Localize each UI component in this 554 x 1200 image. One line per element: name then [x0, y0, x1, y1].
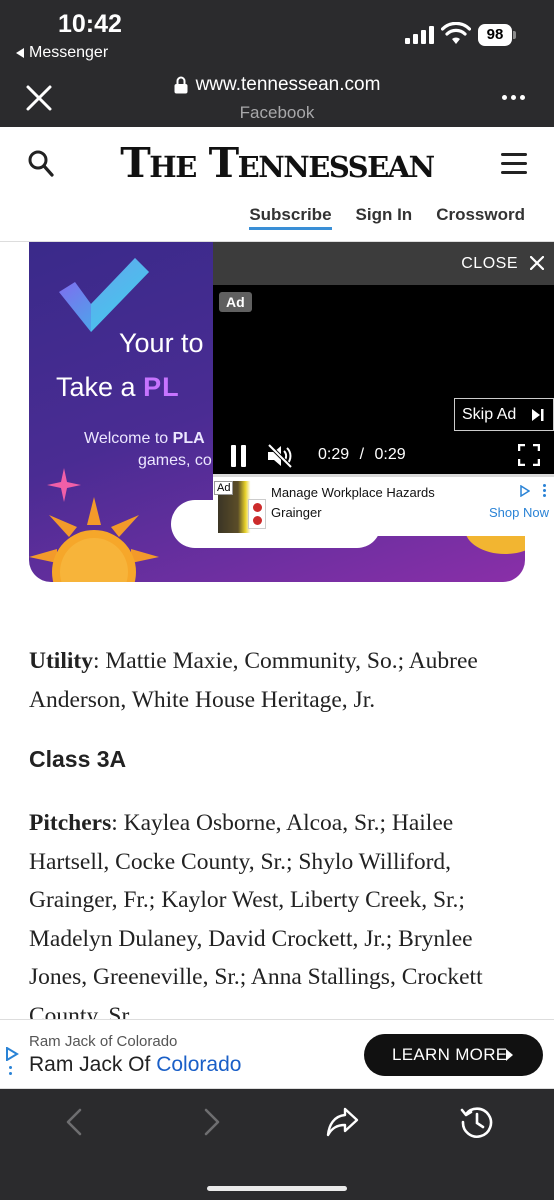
adchoices-icon[interactable]	[5, 1047, 19, 1061]
battery-level: 98	[478, 24, 512, 46]
promo-line-3-prefix: Welcome to	[84, 430, 169, 447]
bottom-ad-advertiser: Ram Jack of Colorado	[29, 1033, 178, 1050]
headline-prefix: Ram Jack Of	[29, 1053, 151, 1076]
shop-now-button[interactable]: Shop Now	[489, 505, 549, 520]
promo-line-2-prefix: Take a	[56, 372, 136, 402]
time-separator: /	[359, 446, 365, 463]
video-timecode: 0:29 / 0:29	[318, 446, 406, 464]
mute-icon[interactable]	[266, 443, 294, 469]
skip-ad-button[interactable]: Skip Ad	[454, 398, 554, 431]
adchoices-icon[interactable]	[520, 485, 530, 497]
learn-more-button[interactable]: LEARN MORE	[364, 1034, 543, 1076]
hamburger-menu-icon[interactable]	[501, 153, 527, 175]
url-text: www.tennessean.com	[195, 74, 381, 95]
sign-in-link[interactable]: Sign In	[356, 205, 413, 230]
ad-thumbnail-card	[248, 499, 266, 529]
skip-ad-label: Skip Ad	[462, 406, 517, 423]
header-nav: Subscribe Sign In Crossword	[249, 205, 525, 230]
wifi-icon	[441, 22, 471, 44]
subscribe-link[interactable]: Subscribe	[249, 205, 332, 230]
lock-icon	[174, 76, 188, 94]
banner-ad-title[interactable]: Manage Workplace Hazards	[271, 485, 435, 500]
paragraph-text: : Kaylea Osborne, Alcoa, Sr.; Hailee Har…	[29, 810, 483, 1020]
browser-top-bar: 10:42 Messenger 98 www.tennessean.com Fa…	[0, 0, 554, 127]
battery-icon: 98	[478, 24, 516, 46]
learn-more-label: LEARN MORE	[392, 1045, 508, 1064]
skip-icon	[532, 409, 544, 421]
video-ad-player[interactable]: CLOSE Ad Skip Ad 0:29 / 0:29 Ad Manage W…	[213, 242, 554, 536]
site-header: The Tennessean Subscribe Sign In Crosswo…	[0, 127, 554, 242]
article-paragraph-pitchers: Pitchers: Kaylea Osborne, Alcoa, Sr.; Ha…	[29, 804, 533, 1020]
history-icon[interactable]	[460, 1105, 494, 1139]
back-to-app-link[interactable]: Messenger	[16, 44, 108, 62]
checkmark-icon	[59, 258, 149, 332]
ad-options-icon[interactable]	[9, 1066, 12, 1078]
sun-icon	[29, 497, 159, 582]
back-app-label: Messenger	[29, 44, 109, 61]
video-ad-close-label[interactable]: CLOSE	[461, 255, 518, 273]
video-close-icon[interactable]	[530, 256, 544, 270]
status-time: 10:42	[58, 10, 122, 38]
promo-line-2: Take a PL	[56, 372, 180, 403]
headline-highlight: Colorado	[156, 1053, 242, 1076]
article-paragraph-utility: Utility: Mattie Maxie, Community, So.; A…	[29, 642, 529, 719]
back-arrow-icon[interactable]	[59, 1105, 93, 1139]
crossword-link[interactable]: Crossword	[436, 205, 525, 230]
promo-line-3: Welcome to PLA	[84, 430, 205, 448]
fullscreen-icon[interactable]	[518, 444, 540, 466]
promo-line-1: Your to	[119, 328, 204, 358]
pause-icon[interactable]	[231, 445, 247, 467]
paragraph-label: Pitchers	[29, 810, 112, 836]
promo-line-3-bold: PLA	[172, 430, 205, 447]
time-total: 0:29	[374, 446, 406, 463]
play-arrow-icon	[506, 1049, 513, 1061]
time-current: 0:29	[318, 446, 350, 463]
banner-ad-advertiser: Grainger	[271, 505, 322, 520]
address-bar[interactable]: www.tennessean.com Facebook	[0, 74, 554, 123]
promo-line-2-highlight: PL	[143, 372, 180, 402]
video-ad-header: CLOSE	[213, 242, 554, 285]
banner-ad-tag: Ad	[214, 481, 234, 495]
forward-arrow-icon[interactable]	[193, 1105, 227, 1139]
paragraph-text: : Mattie Maxie, Community, So.; Aubree A…	[29, 648, 478, 713]
cell-signal-icon	[405, 26, 434, 44]
more-icon[interactable]	[502, 95, 525, 100]
promo-line-4: games, co	[138, 452, 212, 469]
bottom-ad-headline[interactable]: Ram Jack Of Colorado	[29, 1053, 241, 1077]
back-triangle-icon	[16, 48, 24, 58]
home-indicator[interactable]	[207, 1186, 347, 1191]
site-logo[interactable]: The Tennessean	[0, 139, 554, 187]
article-subheading: Class 3A	[29, 746, 127, 772]
video-ad-banner[interactable]: Ad Manage Workplace Hazards Grainger Sho…	[213, 477, 554, 536]
ad-badge: Ad	[219, 292, 252, 312]
browser-bottom-toolbar	[0, 1089, 554, 1200]
banner-options-icon[interactable]	[543, 484, 546, 498]
paragraph-label: Utility	[29, 648, 93, 674]
url-subtitle: Facebook	[239, 103, 315, 122]
share-icon[interactable]	[326, 1105, 360, 1139]
bottom-ad-banner[interactable]: Ram Jack of Colorado Ram Jack Of Colorad…	[0, 1019, 554, 1089]
